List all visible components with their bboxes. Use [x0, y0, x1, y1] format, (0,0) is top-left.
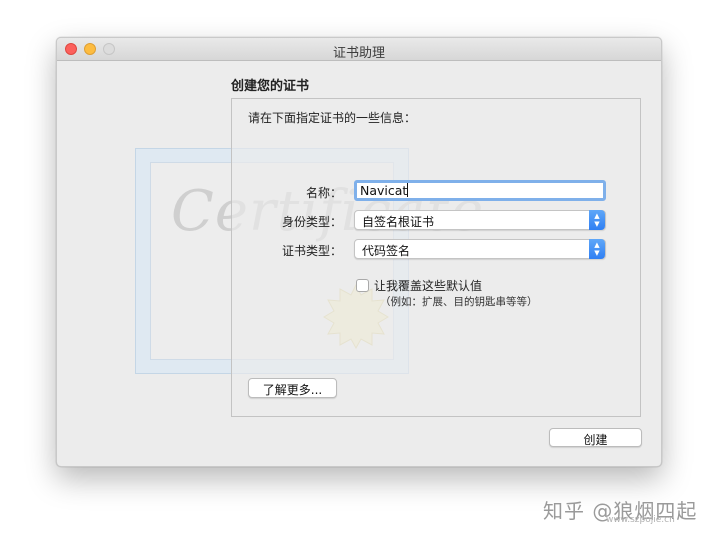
override-defaults-checkbox[interactable]	[356, 279, 369, 292]
window-title: 证书助理	[332, 46, 385, 61]
name-field[interactable]: Navicat	[354, 180, 606, 201]
learn-more-button[interactable]: 了解更多...	[248, 378, 337, 398]
title-bar[interactable]: 证书助理	[57, 38, 661, 61]
up-down-chevron-icon[interactable]: ▲ ▼	[589, 239, 605, 259]
identity-type-value: 自签名根证书	[362, 215, 435, 229]
watermark-url: www.szpojie.cn	[606, 515, 675, 525]
name-value: Navicat	[360, 183, 408, 198]
up-down-chevron-icon[interactable]: ▲ ▼	[589, 210, 605, 230]
text-caret	[407, 183, 409, 197]
certificate-type-label: 证书类型：	[281, 244, 342, 258]
identity-type-select[interactable]: 自签名根证书 ▲ ▼	[354, 210, 606, 230]
certificate-info-panel: 请在下面指定证书的一些信息： 名称： Navicat 身份类型： 自签名根证书 …	[231, 98, 641, 417]
identity-type-label: 身份类型：	[281, 215, 342, 229]
override-defaults-hint: （例如：扩展、目的钥匙串等等）	[380, 296, 538, 308]
certificate-type-select[interactable]: 代码签名 ▲ ▼	[354, 239, 606, 259]
intro-text: 请在下面指定证书的一些信息：	[248, 111, 417, 125]
certificate-type-value: 代码签名	[362, 244, 411, 258]
create-button[interactable]: 创建	[549, 428, 642, 447]
certificate-assistant-window: 证书助理 创建您的证书 Certificate 请在下面指定证书的一些信息： 名…	[56, 37, 662, 467]
name-label: 名称：	[305, 186, 342, 200]
page-heading: 创建您的证书	[231, 79, 310, 94]
override-defaults-label[interactable]: 让我覆盖这些默认值	[374, 277, 482, 294]
